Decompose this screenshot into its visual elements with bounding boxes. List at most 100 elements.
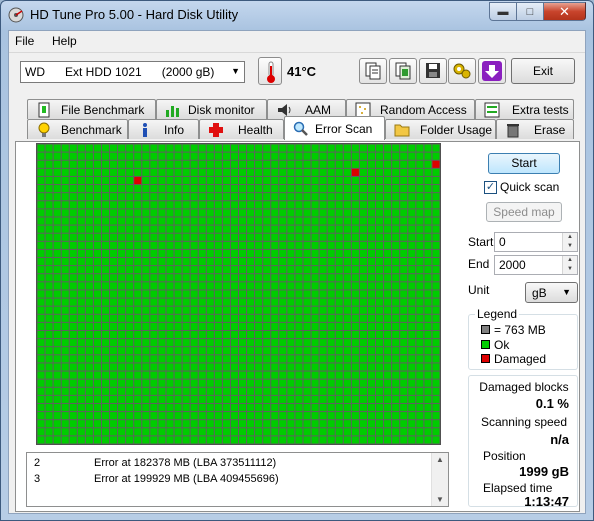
- ok-block: [182, 209, 190, 217]
- ok-block: [158, 152, 166, 160]
- ok-block: [101, 371, 110, 379]
- copy-info-button[interactable]: [359, 58, 387, 84]
- ok-block: [182, 160, 190, 168]
- ok-block: [247, 347, 255, 355]
- ok-block: [311, 330, 319, 339]
- close-button[interactable]: ✕: [543, 2, 586, 21]
- ok-block: [85, 322, 93, 330]
- ok-block: [327, 412, 335, 420]
- menu-help[interactable]: Help: [52, 34, 77, 48]
- ok-block: [182, 274, 190, 282]
- ok-block: [303, 249, 311, 258]
- ok-block: [134, 355, 142, 363]
- start-position-input[interactable]: 0 ▲ ▼: [494, 232, 578, 252]
- scroll-down-icon[interactable]: ▼: [436, 495, 444, 504]
- ok-block: [174, 144, 182, 152]
- spin-up-icon[interactable]: ▲: [562, 233, 577, 242]
- ok-block: [198, 168, 206, 176]
- spin-down-icon[interactable]: ▼: [562, 265, 577, 274]
- ok-block: [247, 176, 255, 185]
- end-position-input[interactable]: 2000 ▲ ▼: [494, 255, 578, 275]
- ok-block: [255, 363, 263, 371]
- tab-health[interactable]: Health: [199, 119, 284, 139]
- error-log-list[interactable]: 2 Error at 182378 MB (LBA 373511112) 3 E…: [26, 452, 449, 507]
- ok-block: [134, 209, 142, 217]
- spin-up-icon[interactable]: ▲: [562, 256, 577, 265]
- ok-block: [174, 282, 182, 290]
- ok-block: [311, 314, 319, 322]
- ok-block: [351, 355, 359, 363]
- options-button[interactable]: [448, 58, 476, 84]
- menu-file[interactable]: File: [15, 34, 34, 48]
- drive-select[interactable]: WD Ext HDD 1021 (2000 gB) ▼: [20, 61, 245, 83]
- ok-block: [142, 266, 150, 274]
- ok-block: [424, 168, 432, 176]
- scroll-up-icon[interactable]: ▲: [436, 455, 444, 464]
- tab-extra-tests[interactable]: Extra tests: [475, 99, 574, 119]
- ok-block: [295, 322, 303, 330]
- ok-block: [37, 249, 45, 258]
- tab-disk-monitor[interactable]: Disk monitor: [156, 99, 267, 119]
- minimize-button[interactable]: ▬: [489, 2, 516, 21]
- window-title: HD Tune Pro 5.00 - Hard Disk Utility: [30, 7, 239, 22]
- tab-folder-usage[interactable]: Folder Usage: [385, 119, 496, 139]
- tab-error-scan[interactable]: Error Scan: [284, 116, 385, 140]
- start-scan-button[interactable]: Start: [488, 153, 560, 174]
- ok-block: [271, 241, 279, 249]
- save-button[interactable]: [419, 58, 447, 84]
- ok-block: [85, 193, 93, 201]
- spin-down-icon[interactable]: ▼: [562, 242, 577, 251]
- ok-block: [384, 152, 392, 160]
- tab-benchmark[interactable]: Benchmark: [27, 119, 128, 139]
- quick-scan-checkbox[interactable]: ✓: [484, 181, 497, 194]
- log-row[interactable]: 3 Error at 199929 MB (LBA 409455696): [27, 472, 431, 488]
- ok-block: [110, 355, 118, 363]
- ok-block: [61, 355, 69, 363]
- ok-block: [45, 395, 53, 403]
- ok-block: [118, 290, 126, 298]
- tab-info[interactable]: Info: [128, 119, 199, 139]
- ok-block: [206, 306, 214, 314]
- ok-block: [359, 379, 367, 387]
- ok-block: [400, 201, 408, 209]
- tab-file-benchmark[interactable]: File Benchmark: [27, 99, 156, 119]
- ok-block: [69, 233, 77, 241]
- copy-screenshot-button[interactable]: [389, 58, 417, 84]
- lightbulb-icon: [36, 122, 52, 138]
- ok-block: [150, 339, 158, 347]
- ok-block: [392, 249, 400, 258]
- ok-block: [85, 201, 93, 209]
- tab-erase[interactable]: Erase: [496, 119, 574, 139]
- start-field-label: Start: [468, 235, 494, 249]
- ok-block: [230, 225, 238, 233]
- ok-block: [400, 160, 408, 168]
- ok-block: [359, 209, 367, 217]
- log-row-number: 3: [34, 473, 41, 485]
- ok-block: [150, 249, 158, 258]
- download-button[interactable]: [478, 58, 506, 84]
- quick-scan-label[interactable]: Quick scan: [500, 180, 559, 194]
- unit-select[interactable]: gB ▼: [525, 282, 578, 303]
- ok-block: [182, 217, 190, 225]
- ok-block: [392, 412, 400, 420]
- ok-block: [359, 290, 367, 298]
- ok-block: [126, 160, 134, 168]
- log-scrollbar[interactable]: ▲ ▼: [431, 453, 448, 506]
- maximize-button[interactable]: □: [516, 2, 543, 21]
- log-row[interactable]: 2 Error at 182378 MB (LBA 373511112): [27, 456, 431, 472]
- ok-block: [408, 314, 416, 322]
- ok-block: [126, 314, 134, 322]
- speed-map-button[interactable]: Speed map: [486, 202, 562, 222]
- ok-block: [343, 185, 351, 193]
- ok-block: [319, 436, 327, 444]
- ok-block: [53, 290, 61, 298]
- ok-block: [93, 209, 101, 217]
- ok-block: [263, 347, 271, 355]
- ok-block: [255, 412, 263, 420]
- ok-block: [263, 209, 271, 217]
- exit-button[interactable]: Exit: [511, 58, 575, 84]
- ok-block: [384, 412, 392, 420]
- damaged-blocks-label: Damaged blocks: [479, 380, 569, 394]
- ok-block: [126, 217, 134, 225]
- ok-block: [222, 347, 230, 355]
